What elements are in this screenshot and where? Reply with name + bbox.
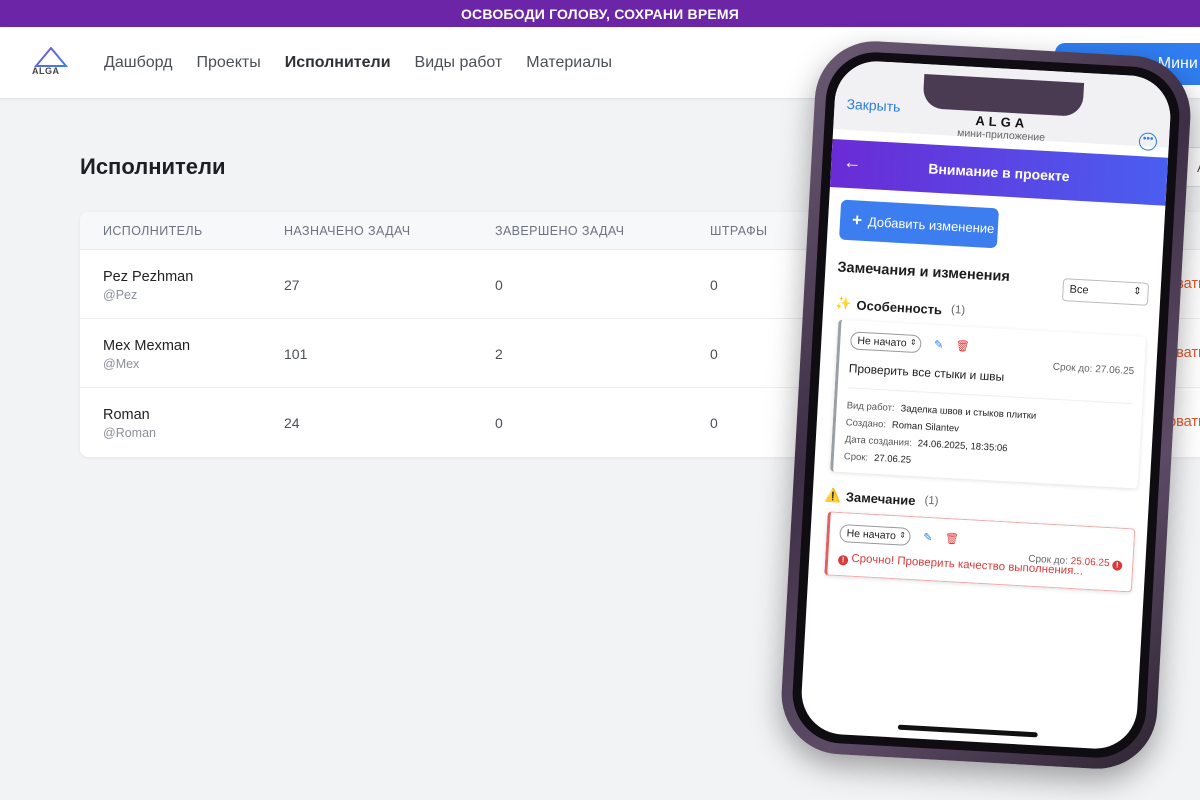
executor-name: Roman xyxy=(103,407,150,423)
chevron-updown-icon: ⇕ xyxy=(899,530,907,540)
due-value: 25.06.25 xyxy=(1070,555,1110,570)
fines-count: 0 xyxy=(710,346,718,362)
remark-card: Не начато ⇕ ✎ 🗑 Срок до: 27.06.25 Провер… xyxy=(830,319,1147,489)
assigned-count: 101 xyxy=(284,346,308,362)
executor-cell: Roman @Roman xyxy=(103,407,156,440)
executor-name: Pez Pezhman xyxy=(103,269,194,285)
meta-key: Вид работ: xyxy=(846,400,895,414)
app-bar: ← Внимание в проекте xyxy=(829,139,1169,206)
remark-card-urgent: Не начато ⇕ ✎ 🗑 Срок до: 25.06.25 ! ! Ср… xyxy=(824,511,1136,593)
executor-username: @Mex xyxy=(103,357,140,371)
meta-value: Roman Silantev xyxy=(891,419,960,435)
meta-key: Создано: xyxy=(845,417,887,431)
logo-text: ALGA xyxy=(32,65,60,76)
plus-icon: + xyxy=(851,210,863,230)
status-select[interactable]: Не начато ⇕ xyxy=(839,524,912,546)
alert-icon: ! xyxy=(1111,560,1123,571)
meta-value: 24.06.2025, 18:35:06 xyxy=(917,438,1008,455)
logo-triangle-icon xyxy=(34,46,68,67)
filter-value: Все xyxy=(1069,283,1089,297)
col-fines[interactable]: ШТРАФЫ xyxy=(710,224,767,238)
add-change-label: Добавить изменение xyxy=(867,213,995,236)
chevron-updown-icon: ⇕ xyxy=(1132,286,1142,298)
nav-materials[interactable]: Материалы xyxy=(526,54,612,72)
sparkles-icon: ✨ xyxy=(835,295,853,312)
remarks-section-title: Замечания и изменения xyxy=(836,259,1011,286)
trash-icon[interactable]: 🗑 xyxy=(945,532,960,546)
completed-count: 0 xyxy=(495,277,503,293)
assigned-count: 24 xyxy=(284,415,300,431)
fines-count: 0 xyxy=(710,277,718,293)
add-change-button[interactable]: + Добавить изменение xyxy=(839,199,999,249)
edit-icon[interactable]: ✎ xyxy=(923,531,933,544)
completed-count: 2 xyxy=(495,346,503,362)
meta-value: Заделка швов и стыков плитки xyxy=(900,403,1037,422)
nav-projects[interactable]: Проекты xyxy=(197,54,261,72)
col-assigned[interactable]: НАЗНАЧЕНО ЗАДАЧ xyxy=(284,224,411,238)
meta-key: Срок: xyxy=(843,451,869,464)
fines-count: 0 xyxy=(710,415,718,431)
status-value: Не начато xyxy=(857,334,908,350)
meta-key: Дата создания: xyxy=(844,434,913,449)
promo-banner-text: ОСВОБОДИ ГОЛОВУ, СОХРАНИ ВРЕМЯ xyxy=(460,5,740,22)
executor-cell: Pez Pezhman @Pez xyxy=(103,269,193,302)
meta-value: 27.06.25 xyxy=(873,452,912,466)
promo-banner: ОСВОБОДИ ГОЛОВУ, СОХРАНИ ВРЕМЯ xyxy=(0,0,1200,27)
completed-count: 0 xyxy=(495,415,503,431)
executor-username: @Pez xyxy=(103,288,138,302)
executor-name: Mex Mexman xyxy=(103,338,191,354)
status-select[interactable]: Не начато ⇕ xyxy=(849,331,923,354)
executor-cell: Mex Mexman @Mex xyxy=(103,338,190,371)
alert-icon: ! xyxy=(837,554,849,566)
col-completed[interactable]: ЗАВЕРШЕНО ЗАДАЧ xyxy=(495,224,624,238)
chevron-updown-icon: ⇕ xyxy=(909,337,917,348)
group-count: (1) xyxy=(950,303,966,317)
group-count: (1) xyxy=(924,494,939,508)
col-executor[interactable]: ИСПОЛНИТЕЛЬ xyxy=(103,224,203,238)
nav-dashboard[interactable]: Дашборд xyxy=(104,54,173,72)
group-title: Замечание xyxy=(845,488,916,508)
remarks-section-header: Замечания и изменения Все ⇕ xyxy=(836,252,1150,306)
app-bar-title: Внимание в проекте xyxy=(927,160,1071,185)
main-nav: Дашборд Проекты Исполнители Виды работ М… xyxy=(104,54,612,72)
nav-work-types[interactable]: Виды работ xyxy=(415,54,503,72)
phone-mockup: Закрыть ALGA мини-приложение ••• ← Внима… xyxy=(778,38,1194,772)
trash-icon[interactable]: 🗑 xyxy=(955,339,970,353)
remark-meta: Вид работ: Заделка швов и стыков плитки С… xyxy=(843,387,1133,479)
status-value: Не начато xyxy=(846,527,897,543)
group-title: Особенность xyxy=(856,297,943,317)
home-indicator xyxy=(897,724,1038,738)
page-title: Исполнители xyxy=(80,154,226,179)
assigned-count: 27 xyxy=(284,277,300,293)
executor-username: @Roman xyxy=(103,426,156,440)
nav-executors[interactable]: Исполнители xyxy=(285,54,391,72)
alga-logo[interactable]: ALGA xyxy=(32,46,72,79)
filter-select[interactable]: Все ⇕ xyxy=(1061,278,1150,306)
edit-icon[interactable]: ✎ xyxy=(934,338,944,351)
warning-icon: ⚠️ xyxy=(824,487,842,504)
phone-screen: Закрыть ALGA мини-приложение ••• ← Внима… xyxy=(799,59,1173,751)
due-label: Срок до: xyxy=(1027,553,1069,567)
